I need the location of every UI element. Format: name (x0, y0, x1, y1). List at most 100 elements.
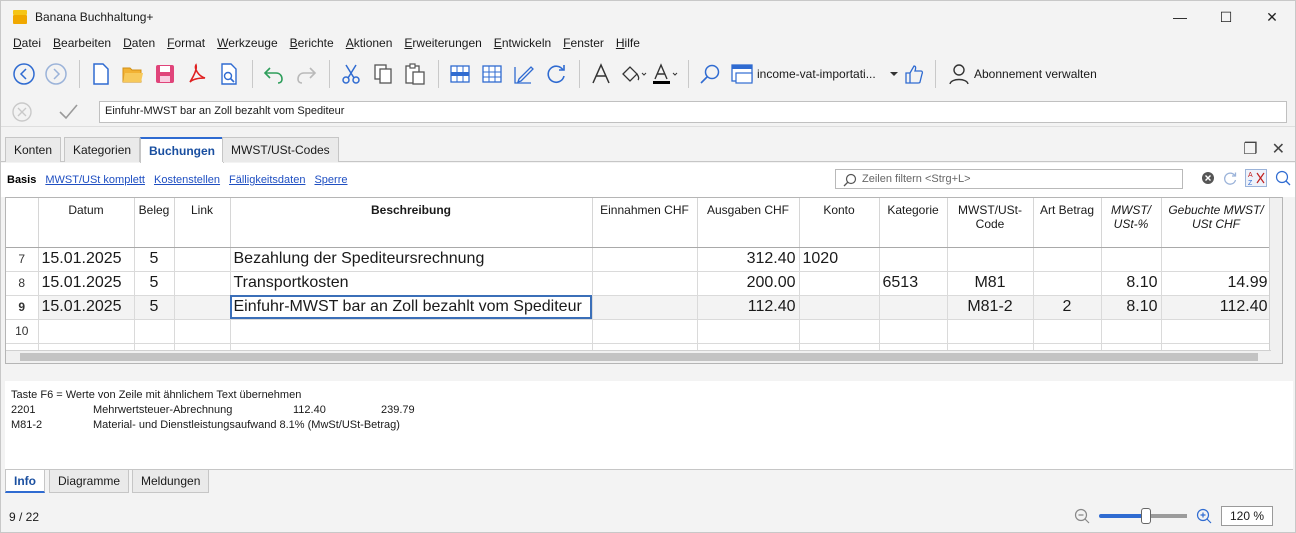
back-button[interactable] (9, 59, 39, 89)
cell-datum[interactable] (38, 319, 135, 344)
tab-kategorien[interactable]: Kategorien (64, 137, 141, 162)
fill-color-button[interactable] (618, 59, 648, 89)
restore-window-icon[interactable]: ❐ (1243, 139, 1257, 159)
subscription-button[interactable]: Abonnement verwalten (942, 63, 1103, 85)
cell-beschreibung[interactable]: Bezahlung der Speditеursrechnung (230, 247, 593, 272)
cell-art-betrag[interactable] (1033, 247, 1102, 272)
view-kostenstellen[interactable]: Kostenstellen (154, 174, 220, 186)
cell-mwst-pct[interactable] (1101, 319, 1162, 344)
cell-einnahmen[interactable] (592, 247, 698, 272)
cell-beschreibung-selected[interactable]: Einfuhr-MWST bar an Zoll bezahlt vom Spe… (230, 295, 593, 320)
cell-beschreibung[interactable]: Transportkosten (230, 271, 593, 296)
view-basis[interactable]: Basis (7, 174, 36, 186)
tab-konten[interactable]: Konten (5, 137, 62, 162)
cell-beleg[interactable]: 5 (134, 247, 175, 272)
zoom-in-icon[interactable] (1195, 507, 1213, 525)
table-row[interactable]: 10 (6, 319, 1272, 344)
clear-filter-icon[interactable] (1201, 171, 1215, 185)
cell-kategorie[interactable] (879, 319, 948, 344)
view-mwst-komplett[interactable]: MWST/USt komplett (45, 174, 145, 186)
header-gebuchte-mwst[interactable]: Gebuchte MWST/ USt CHF (1161, 198, 1272, 248)
header-datum[interactable]: Datum (38, 198, 135, 248)
cell-gebuchte-mwst[interactable] (1161, 319, 1272, 344)
menu-daten[interactable]: Daten (117, 36, 161, 50)
redo-button[interactable] (291, 59, 321, 89)
menu-entwickeln[interactable]: Entwickeln (488, 36, 557, 50)
insert-row-button[interactable] (445, 59, 475, 89)
header-ausgaben[interactable]: Ausgaben CHF (697, 198, 800, 248)
tab-mwst-codes[interactable]: MWST/USt-Codes (222, 137, 339, 162)
cell-ausgaben[interactable]: 200.00 (697, 271, 800, 296)
header-einnahmen[interactable]: Einnahmen CHF (592, 198, 698, 248)
paste-button[interactable] (400, 59, 430, 89)
header-art-betrag[interactable]: Art Betrag (1033, 198, 1102, 248)
duplicate-row-button[interactable] (477, 59, 507, 89)
cell-content-field[interactable]: Einfuhr-MWST bar an Zoll bezahlt vom Spe… (99, 101, 1287, 123)
cell-link[interactable] (174, 247, 231, 272)
vertical-scrollbar[interactable] (1269, 198, 1282, 363)
cell-gebuchte-mwst[interactable]: 14.99 (1161, 271, 1272, 296)
cell-datum[interactable]: 15.01.2025 (38, 295, 135, 320)
confirm-edit-icon[interactable] (57, 101, 79, 123)
cell-mwst-pct[interactable] (1101, 247, 1162, 272)
text-color-button[interactable] (650, 59, 680, 89)
cell-datum[interactable]: 15.01.2025 (38, 271, 135, 296)
cell-art-betrag[interactable]: 2 (1033, 295, 1102, 320)
cell-mwst-code[interactable] (947, 247, 1034, 272)
copy-button[interactable] (368, 59, 398, 89)
menu-datei[interactable]: Datei (7, 36, 47, 50)
cell-datum[interactable]: 15.01.2025 (38, 247, 135, 272)
cell-mwst-pct[interactable]: 8.10 (1101, 271, 1162, 296)
menu-berichte[interactable]: Berichte (284, 36, 340, 50)
menu-werkzeuge[interactable]: Werkzeuge (211, 36, 283, 50)
cell-mwst-code[interactable]: M81-2 (947, 295, 1034, 320)
filter-input[interactable]: Zeilen filtern <Strg+L> (835, 169, 1183, 189)
save-button[interactable] (150, 59, 180, 89)
cell-beleg[interactable] (134, 319, 175, 344)
menu-aktionen[interactable]: Aktionen (340, 36, 399, 50)
search-button[interactable] (695, 59, 725, 89)
tab-buchungen[interactable]: Buchungen (140, 137, 224, 163)
view-faelligkeitsdaten[interactable]: Fälligkeitsdaten (229, 174, 305, 186)
row-number[interactable]: 10 (6, 319, 39, 344)
zoom-out-icon[interactable] (1073, 507, 1091, 525)
close-window-icon[interactable]: ✕ (1249, 1, 1295, 33)
print-preview-button[interactable] (214, 59, 244, 89)
menu-bearbeiten[interactable]: Bearbeiten (47, 36, 117, 50)
cell-mwst-code[interactable] (947, 319, 1034, 344)
header-link[interactable]: Link (174, 198, 231, 248)
horizontal-scrollbar[interactable] (6, 350, 1271, 363)
menu-hilfe[interactable]: Hilfe (610, 36, 646, 50)
header-mwst-pct[interactable]: MWST/ USt-% (1101, 198, 1162, 248)
cell-beleg[interactable]: 5 (134, 295, 175, 320)
maximize-icon[interactable]: ☐ (1203, 1, 1249, 33)
thumbs-up-icon[interactable] (903, 63, 925, 85)
cell-einnahmen[interactable] (592, 295, 698, 320)
cell-art-betrag[interactable] (1033, 271, 1102, 296)
menu-erweiterungen[interactable]: Erweiterungen (398, 36, 487, 50)
cell-einnahmen[interactable] (592, 271, 698, 296)
header-beschreibung[interactable]: Beschreibung (230, 198, 593, 248)
cell-link[interactable] (174, 295, 231, 320)
new-file-button[interactable] (86, 59, 116, 89)
table-row-selected[interactable]: 9 15.01.2025 5 Einfuhr-MWST bar an Zoll … (6, 295, 1272, 320)
cell-kategorie[interactable] (879, 247, 948, 272)
menu-format[interactable]: Format (161, 36, 211, 50)
cell-einnahmen[interactable] (592, 319, 698, 344)
cell-art-betrag[interactable] (1033, 319, 1102, 344)
font-button[interactable] (586, 59, 616, 89)
file-selector-combo[interactable]: income-vat-importati... (727, 60, 929, 88)
forward-button[interactable] (41, 59, 71, 89)
cell-ausgaben[interactable] (697, 319, 800, 344)
view-sperre[interactable]: Sperre (314, 174, 347, 186)
tab-meldungen[interactable]: Meldungen (132, 470, 210, 493)
zoom-slider[interactable] (1099, 508, 1187, 524)
cell-gebuchte-mwst[interactable] (1161, 247, 1272, 272)
cell-konto[interactable] (799, 271, 880, 296)
cell-mwst-code[interactable]: M81 (947, 271, 1034, 296)
close-icon[interactable]: ✕ (1272, 139, 1285, 159)
cut-button[interactable] (336, 59, 366, 89)
row-number[interactable]: 9 (6, 295, 39, 320)
row-number[interactable]: 8 (6, 271, 39, 296)
header-beleg[interactable]: Beleg (134, 198, 175, 248)
